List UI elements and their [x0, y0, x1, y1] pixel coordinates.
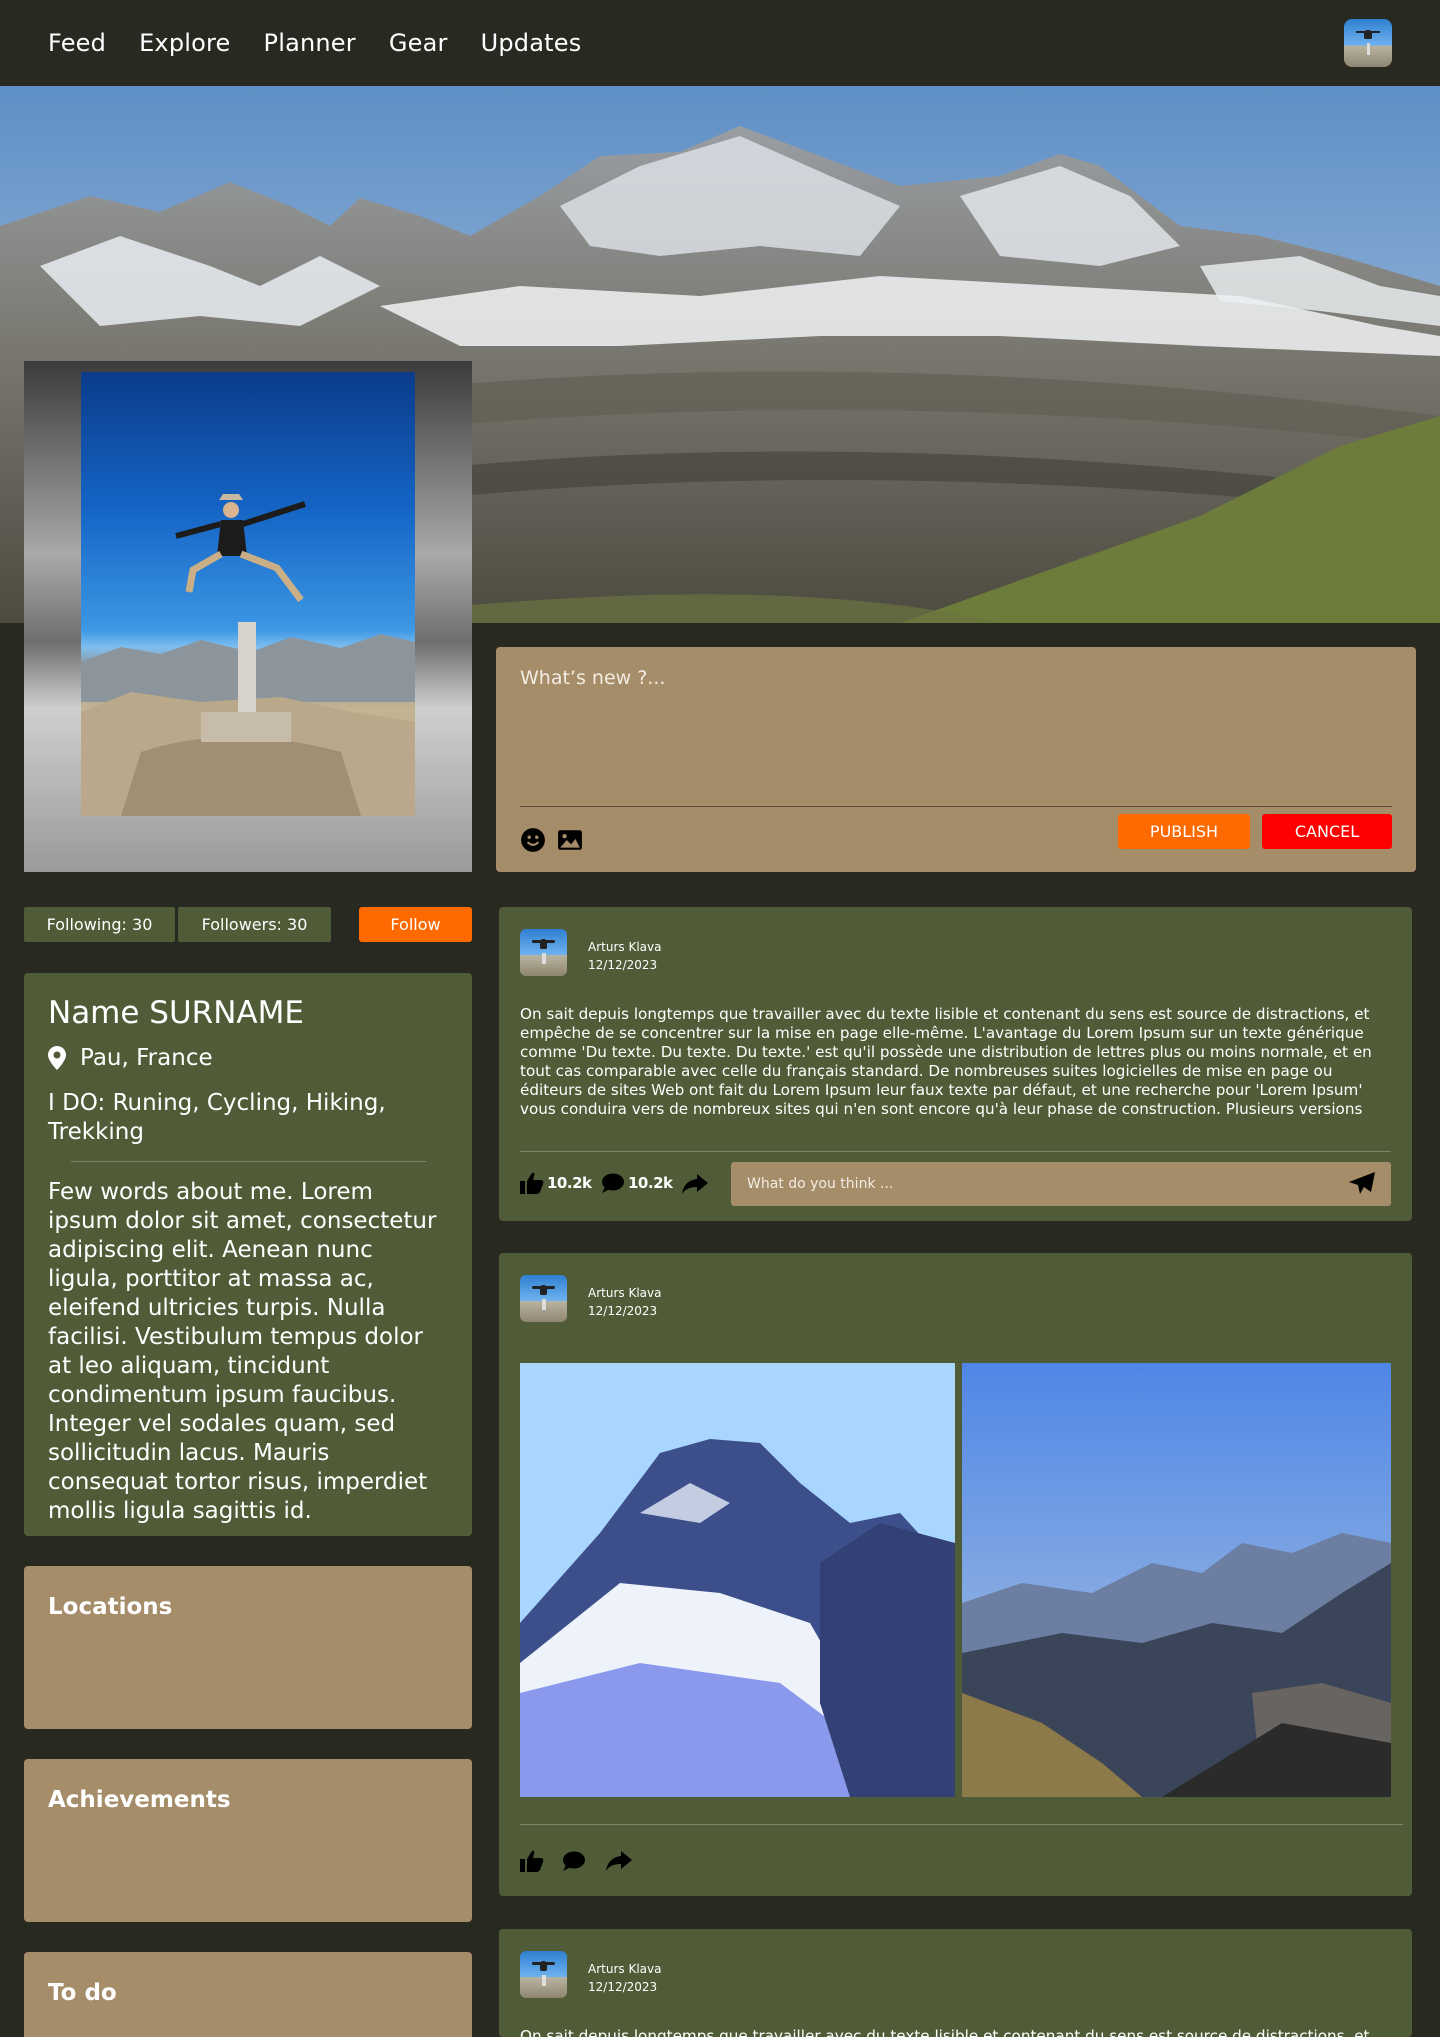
profile-location: Pau, France — [48, 1045, 448, 1071]
post-text: On sait depuis longtemps que travailler … — [520, 1005, 1372, 1121]
location-pin-icon — [48, 1046, 66, 1070]
comment-count: 10.2k — [628, 1174, 673, 1192]
post-composer: PUBLISH CANCEL — [496, 647, 1416, 872]
nav-gear[interactable]: Gear — [389, 29, 448, 57]
post-avatar[interactable] — [520, 929, 567, 976]
share-icon[interactable] — [606, 1851, 632, 1871]
profile-bio: Few words about me. Lorem ipsum dolor si… — [48, 1179, 437, 1524]
nav-planner[interactable]: Planner — [264, 29, 356, 57]
comment-icon — [602, 1173, 624, 1193]
share-icon[interactable] — [682, 1174, 708, 1194]
thumbs-up-icon — [520, 1172, 544, 1194]
cancel-button[interactable]: CANCEL — [1262, 814, 1392, 849]
thumbs-up-icon[interactable] — [520, 1850, 544, 1872]
nav-feed[interactable]: Feed — [48, 29, 106, 57]
feed-post: Arturs Klava 12/12/2023 On sait depuis l… — [499, 1929, 1412, 2037]
comment-icon[interactable] — [562, 1850, 586, 1872]
nav-explore[interactable]: Explore — [139, 29, 230, 57]
composer-divider — [520, 806, 1392, 807]
comment-box — [731, 1162, 1391, 1206]
post-divider — [520, 1151, 1391, 1152]
achievements-title: Achievements — [48, 1787, 231, 1813]
post-author[interactable]: Arturs Klava — [588, 1286, 661, 1300]
post-text: On sait depuis longtemps que travailler … — [520, 2027, 1370, 2037]
activities-label: I DO: — [48, 1090, 106, 1116]
post-date: 12/12/2023 — [588, 1304, 658, 1318]
post-avatar[interactable] — [520, 1275, 567, 1322]
nav-updates[interactable]: Updates — [481, 29, 582, 57]
post-author[interactable]: Arturs Klava — [588, 1962, 661, 1976]
profile-photo-image — [81, 372, 415, 816]
about-divider — [70, 1161, 426, 1162]
profile-name: Name SURNAME — [48, 995, 304, 1031]
publish-button[interactable]: PUBLISH — [1118, 814, 1250, 849]
followers-count[interactable]: Followers: 30 — [178, 907, 331, 942]
following-count[interactable]: Following: 30 — [24, 907, 175, 942]
comment-input[interactable] — [747, 1162, 1327, 1206]
post-divider — [520, 1824, 1403, 1825]
follow-button[interactable]: Follow — [359, 907, 472, 942]
post-date: 12/12/2023 — [588, 1980, 658, 1994]
like-count: 10.2k — [547, 1174, 592, 1192]
post-date: 12/12/2023 — [588, 958, 658, 972]
todo-title: To do — [48, 1980, 117, 2006]
activities: I DO: Runing, Cycling, Hiking, Trekking — [48, 1089, 448, 1147]
feed-post: Arturs Klava 12/12/2023 On sait depuis l… — [499, 907, 1412, 1221]
locations-title: Locations — [48, 1594, 173, 1620]
image-icon[interactable] — [557, 827, 583, 853]
feed-post: Arturs Klava 12/12/2023 — [499, 1253, 1412, 1896]
comment-button[interactable]: 10.2k — [601, 1172, 673, 1194]
todo-card: To do — [24, 1952, 472, 2037]
post-photo[interactable] — [962, 1363, 1391, 1797]
top-nav: Feed Explore Planner Gear Updates — [0, 0, 1440, 86]
user-avatar[interactable] — [1344, 19, 1392, 67]
like-button[interactable]: 10.2k — [520, 1172, 592, 1194]
emoji-icon[interactable] — [520, 827, 546, 853]
location-text: Pau, France — [80, 1045, 213, 1071]
new-post-input[interactable] — [520, 667, 1388, 787]
locations-card: Locations — [24, 1566, 472, 1729]
about-card: Name SURNAME Pau, France I DO: Runing, C… — [24, 973, 472, 1536]
post-author[interactable]: Arturs Klava — [588, 940, 661, 954]
achievements-card: Achievements — [24, 1759, 472, 1922]
profile-photo[interactable] — [24, 361, 472, 872]
post-photo[interactable] — [520, 1363, 955, 1797]
post-avatar[interactable] — [520, 1951, 567, 1998]
send-icon[interactable] — [1349, 1172, 1375, 1196]
